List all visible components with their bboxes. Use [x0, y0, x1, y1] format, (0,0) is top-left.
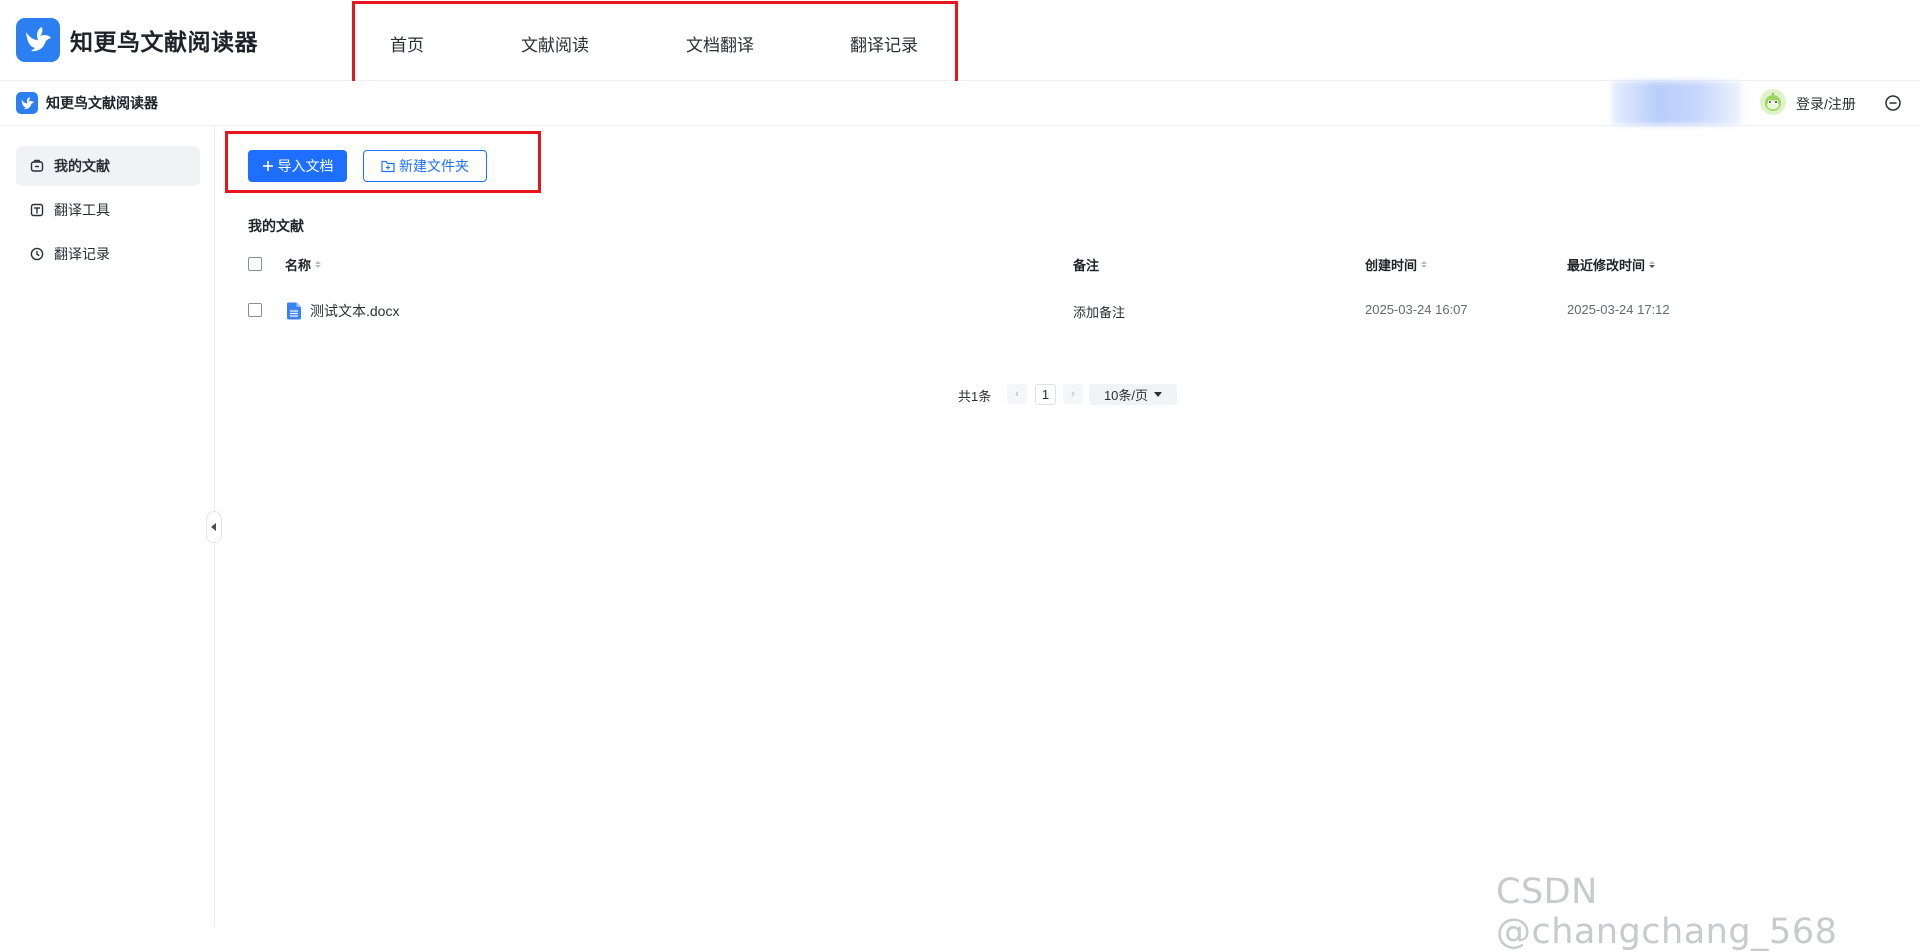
plus-icon [262, 161, 273, 171]
clock-icon [30, 247, 44, 261]
sidebar-item-translate-history[interactable]: 翻译记录 [16, 234, 200, 274]
sidebar-item-label: 翻译工具 [54, 202, 110, 218]
nav-item-reading[interactable]: 文献阅读 [521, 31, 589, 56]
sub-header: 知更鸟文献阅读器 登录/注册 [0, 81, 1920, 126]
nav-item-translate[interactable]: 文档翻译 [686, 31, 754, 56]
robin-logo-small-icon [16, 92, 38, 114]
import-document-label: 导入文档 [277, 158, 334, 174]
blurred-banner [1612, 81, 1742, 125]
column-header-label: 备注 [1073, 258, 1100, 273]
new-folder-button[interactable]: 新建文件夹 [363, 150, 487, 182]
app-name: 知更鸟文献阅读器 [70, 29, 258, 55]
sort-icon[interactable] [315, 261, 322, 268]
sidebar-item-translate-tools[interactable]: 翻译工具 [16, 190, 200, 230]
translate-icon [30, 203, 44, 217]
sidebar-item-label: 翻译记录 [54, 246, 110, 262]
page-size-select[interactable]: 10条/页 [1089, 384, 1177, 405]
column-header-created[interactable]: 创建时间 [1365, 255, 1428, 274]
add-note-link[interactable]: 添加备注 [1073, 302, 1125, 321]
column-header-note: 备注 [1073, 255, 1099, 274]
docx-file-icon [287, 302, 301, 320]
sub-brand[interactable]: 知更鸟文献阅读器 [16, 92, 158, 114]
sort-icon[interactable] [1421, 261, 1428, 268]
top-navbar: 知更鸟文献阅读器 首页 文献阅读 文档翻译 翻译记录 [0, 0, 1920, 85]
column-header-label: 最近修改时间 [1567, 258, 1646, 273]
section-title: 我的文献 [248, 218, 304, 234]
caret-down-icon [1154, 392, 1163, 397]
login-register-link[interactable]: 登录/注册 [1796, 94, 1856, 114]
sidebar-item-label: 我的文献 [54, 158, 110, 174]
folder-plus-icon [381, 160, 395, 172]
pagination-prev-button[interactable]: ‹ [1007, 384, 1027, 404]
modified-time: 2025-03-24 17:12 [1567, 302, 1670, 317]
select-all-checkbox[interactable] [248, 257, 262, 271]
sidebar-collapse-handle[interactable] [206, 511, 222, 543]
sidebar: 我的文献 翻译工具 翻译记录 [0, 126, 215, 927]
file-name: 测试文本.docx [310, 303, 400, 319]
sub-header-title: 知更鸟文献阅读器 [46, 95, 158, 111]
nav-item-home[interactable]: 首页 [390, 31, 424, 56]
caret-left-icon [211, 523, 216, 531]
column-header-modified[interactable]: 最近修改时间 [1567, 255, 1656, 274]
page-size-label: 10条/页 [1103, 388, 1149, 403]
folder-icon [30, 159, 44, 172]
file-name-cell[interactable]: 测试文本.docx [286, 301, 399, 321]
pagination-page-1[interactable]: 1 [1035, 384, 1056, 405]
column-header-label: 名称 [285, 258, 312, 273]
column-header-name[interactable]: 名称 [285, 255, 322, 274]
avatar-icon[interactable] [1760, 89, 1786, 115]
main-nav: 首页 文献阅读 文档翻译 翻译记录 [355, 4, 955, 82]
sort-icon[interactable] [1649, 261, 1656, 268]
nav-item-history[interactable]: 翻译记录 [850, 31, 918, 56]
row-checkbox[interactable] [248, 303, 262, 317]
column-header-label: 创建时间 [1365, 258, 1418, 273]
watermark: CSDN @changchang_568 [1496, 872, 1838, 952]
sidebar-item-my-documents[interactable]: 我的文献 [16, 146, 200, 186]
new-folder-label: 新建文件夹 [399, 158, 469, 174]
pagination-total: 共1条 [958, 389, 992, 404]
pagination-next-button[interactable]: › [1063, 384, 1083, 404]
import-document-button[interactable]: 导入文档 [248, 150, 347, 182]
brand[interactable]: 知更鸟文献阅读器 [16, 18, 258, 62]
created-time: 2025-03-24 16:07 [1365, 302, 1468, 317]
robin-logo-icon [16, 18, 60, 62]
collapse-circle-icon[interactable] [1884, 94, 1902, 112]
